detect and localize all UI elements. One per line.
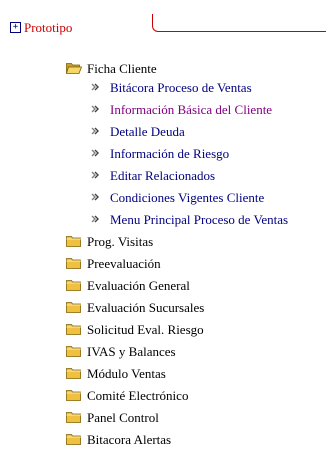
tree-item-link[interactable]: Detalle Deuda bbox=[110, 124, 185, 139]
bullet-arrow-icon bbox=[91, 149, 99, 157]
tree-folder-evaluacion-sucursales[interactable]: Evaluación Sucursales bbox=[66, 298, 204, 316]
tree-folder-preevaluacion[interactable]: Preevaluación bbox=[66, 254, 161, 272]
tree-folder-ficha-cliente[interactable]: Ficha Cliente bbox=[66, 59, 157, 77]
folder-closed-icon bbox=[66, 258, 82, 269]
tree-folder-panel-control[interactable]: Panel Control bbox=[66, 408, 159, 426]
tree-item-link[interactable]: Editar Relacionados bbox=[110, 168, 215, 183]
app-title[interactable]: Prototipo bbox=[24, 20, 72, 35]
bullet-arrow-icon bbox=[91, 215, 99, 223]
tree-item-informacion-riesgo[interactable]: Información de Riesgo bbox=[91, 144, 229, 162]
tree-folder-label: Prog. Visitas bbox=[87, 233, 154, 249]
tree-folder-ivas-balances[interactable]: IVAS y Balances bbox=[66, 342, 176, 360]
tree-folder-label: Ficha Cliente bbox=[87, 60, 157, 76]
tree-folder-evaluacion-general[interactable]: Evaluación General bbox=[66, 276, 190, 294]
bullet-arrow-icon bbox=[91, 127, 99, 135]
bullet-arrow-icon bbox=[91, 193, 99, 201]
tree-folder-bitacora-alertas[interactable]: Bitacora Alertas bbox=[66, 430, 171, 448]
tree-folder-label: Módulo Ventas bbox=[87, 365, 166, 381]
tree-item-link[interactable]: Bitácora Proceso de Ventas bbox=[110, 80, 252, 95]
tree-folder-label: IVAS y Balances bbox=[87, 343, 176, 359]
tree-folder-label: Panel Control bbox=[87, 409, 159, 425]
tree-folder-label: Solicitud Eval. Riesgo bbox=[87, 321, 204, 337]
tree-item-link[interactable]: Información Básica del Cliente bbox=[110, 102, 272, 117]
expand-toggle-button[interactable]: + bbox=[10, 22, 21, 33]
folder-closed-icon bbox=[66, 302, 82, 313]
folder-closed-icon bbox=[66, 390, 82, 401]
folder-closed-icon bbox=[66, 368, 82, 379]
tree-item-editar-relacionados[interactable]: Editar Relacionados bbox=[91, 166, 215, 184]
bullet-arrow-icon bbox=[91, 105, 99, 113]
folder-closed-icon bbox=[66, 236, 82, 247]
tree-item-condiciones-vigentes-cliente[interactable]: Condiciones Vigentes Cliente bbox=[91, 188, 264, 206]
tree-item-link[interactable]: Menu Principal Proceso de Ventas bbox=[110, 212, 288, 227]
tree-folder-label: Evaluación Sucursales bbox=[87, 299, 205, 315]
tree-folder-prog-visitas[interactable]: Prog. Visitas bbox=[66, 232, 153, 250]
folder-closed-icon bbox=[66, 280, 82, 291]
tree-item-informacion-basica-cliente[interactable]: Información Básica del Cliente bbox=[91, 100, 272, 118]
tree-folder-label: Comité Electrónico bbox=[87, 387, 189, 403]
tree-folder-solicitud-eval-riesgo[interactable]: Solicitud Eval. Riesgo bbox=[66, 320, 204, 338]
folder-closed-icon bbox=[66, 324, 82, 335]
tree-folder-comite-electronico[interactable]: Comité Electrónico bbox=[66, 386, 188, 404]
folder-closed-icon bbox=[66, 346, 82, 357]
folder-closed-icon bbox=[66, 434, 82, 445]
tree-item-menu-principal-proceso-ventas[interactable]: Menu Principal Proceso de Ventas bbox=[91, 210, 288, 228]
tree-item-detalle-deuda[interactable]: Detalle Deuda bbox=[91, 122, 185, 140]
tree-folder-modulo-ventas[interactable]: Módulo Ventas bbox=[66, 364, 166, 382]
folder-closed-icon bbox=[66, 412, 82, 423]
tree-item-link[interactable]: Condiciones Vigentes Cliente bbox=[110, 190, 264, 205]
tree-folder-label: Preevaluación bbox=[87, 255, 161, 271]
bullet-arrow-icon bbox=[91, 171, 99, 179]
tree-item-link[interactable]: Información de Riesgo bbox=[110, 146, 229, 161]
bullet-arrow-icon bbox=[91, 83, 99, 91]
folder-open-icon bbox=[66, 63, 82, 74]
header-tab-decoration bbox=[152, 14, 326, 32]
tree-folder-label: Bitacora Alertas bbox=[87, 431, 172, 447]
tree-folder-label: Evaluación General bbox=[87, 277, 190, 293]
tree-item-bitacora-proceso-ventas[interactable]: Bitácora Proceso de Ventas bbox=[91, 78, 252, 96]
